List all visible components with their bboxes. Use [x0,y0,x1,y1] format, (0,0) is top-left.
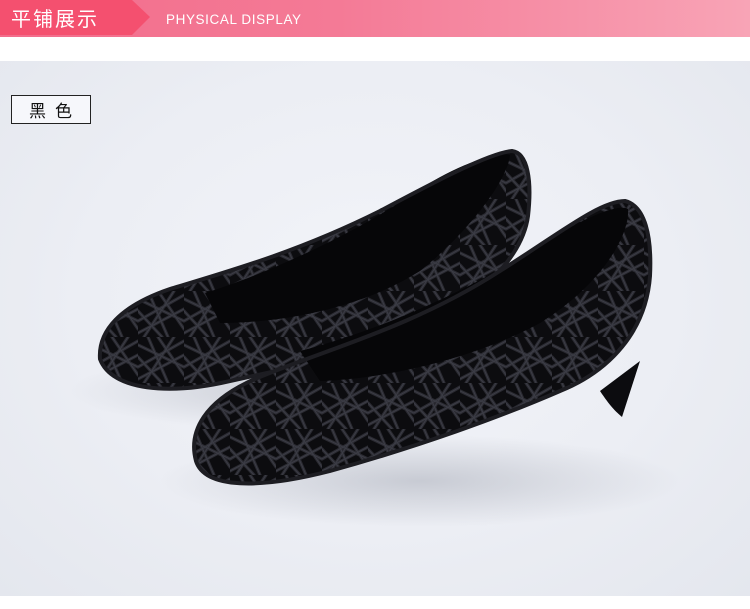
section-header-tab: 平铺展示 [0,0,150,35]
color-label: 黑色 [11,95,91,124]
section-title-en: PHYSICAL DISPLAY [166,12,302,27]
bottom-strip [0,596,750,609]
section-header: 平铺展示 PHYSICAL DISPLAY [0,0,750,37]
product-photo-shoes [70,148,680,527]
section-title-cn: 平铺展示 [11,7,99,31]
